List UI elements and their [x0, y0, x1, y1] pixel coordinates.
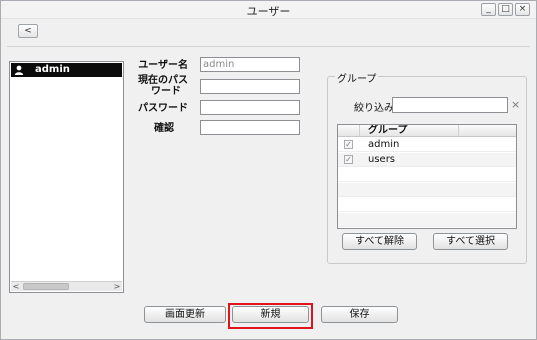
current-password-label-line1: 現在のパス	[138, 75, 188, 86]
highlight-box	[228, 303, 313, 329]
select-all-button[interactable]: すべて選択	[433, 233, 508, 250]
refresh-button[interactable]: 画面更新	[144, 306, 226, 323]
filter-label: 絞り込み	[354, 103, 394, 114]
confirm-password-field[interactable]	[200, 120, 300, 135]
confirm-label: 確認	[154, 123, 174, 134]
user-icon	[14, 65, 24, 75]
group-row-admin[interactable]: ✓ admin	[338, 138, 516, 152]
username-field[interactable]	[200, 57, 300, 72]
user-list-item-label: admin	[35, 64, 70, 75]
username-label: ユーザー名	[138, 60, 188, 71]
deselect-all-button[interactable]: すべて解除	[342, 233, 417, 250]
window-title: ユーザー	[246, 5, 291, 18]
checkbox-checked[interactable]: ✓	[344, 140, 353, 149]
scroll-left-icon[interactable]: <	[11, 282, 21, 291]
divider	[7, 46, 530, 47]
horizontal-scrollbar[interactable]: < >	[11, 281, 122, 291]
scrollbar-thumb[interactable]	[23, 283, 69, 290]
filter-input[interactable]	[392, 97, 508, 113]
checkbox-column-header	[338, 125, 360, 136]
table-row	[338, 213, 516, 227]
table-row	[338, 168, 516, 182]
maximize-button[interactable]: □	[498, 3, 513, 16]
back-button[interactable]: <	[18, 24, 38, 38]
scroll-right-icon[interactable]: >	[112, 282, 122, 291]
checkbox-checked[interactable]: ✓	[344, 155, 353, 164]
table-row	[338, 198, 516, 212]
password-label: パスワード	[138, 103, 188, 114]
title-bar: ユーザー _ □ ×	[1, 1, 536, 19]
clear-icon[interactable]: ×	[511, 99, 520, 110]
user-list-item-admin[interactable]: admin	[11, 63, 122, 77]
user-management-window: ユーザー _ □ × < admin < > ユーザー名 現在のパス ワード パ…	[0, 0, 537, 340]
current-password-label-line2: ワード	[151, 86, 181, 97]
current-password-field[interactable]	[200, 79, 300, 94]
group-name: users	[368, 154, 396, 165]
close-button[interactable]: ×	[515, 3, 530, 16]
group-table: グループ ✓ admin ✓ users	[337, 124, 517, 229]
group-name: admin	[368, 139, 400, 150]
group-panel-title: グループ	[335, 70, 379, 85]
group-table-header: グループ	[338, 125, 516, 137]
password-field[interactable]	[200, 100, 300, 115]
table-row	[338, 183, 516, 197]
group-row-users[interactable]: ✓ users	[338, 153, 516, 167]
minimize-button[interactable]: _	[481, 3, 496, 16]
group-column-header[interactable]: グループ	[361, 125, 459, 136]
user-list[interactable]: admin < >	[9, 61, 124, 293]
save-button[interactable]: 保存	[321, 306, 398, 323]
